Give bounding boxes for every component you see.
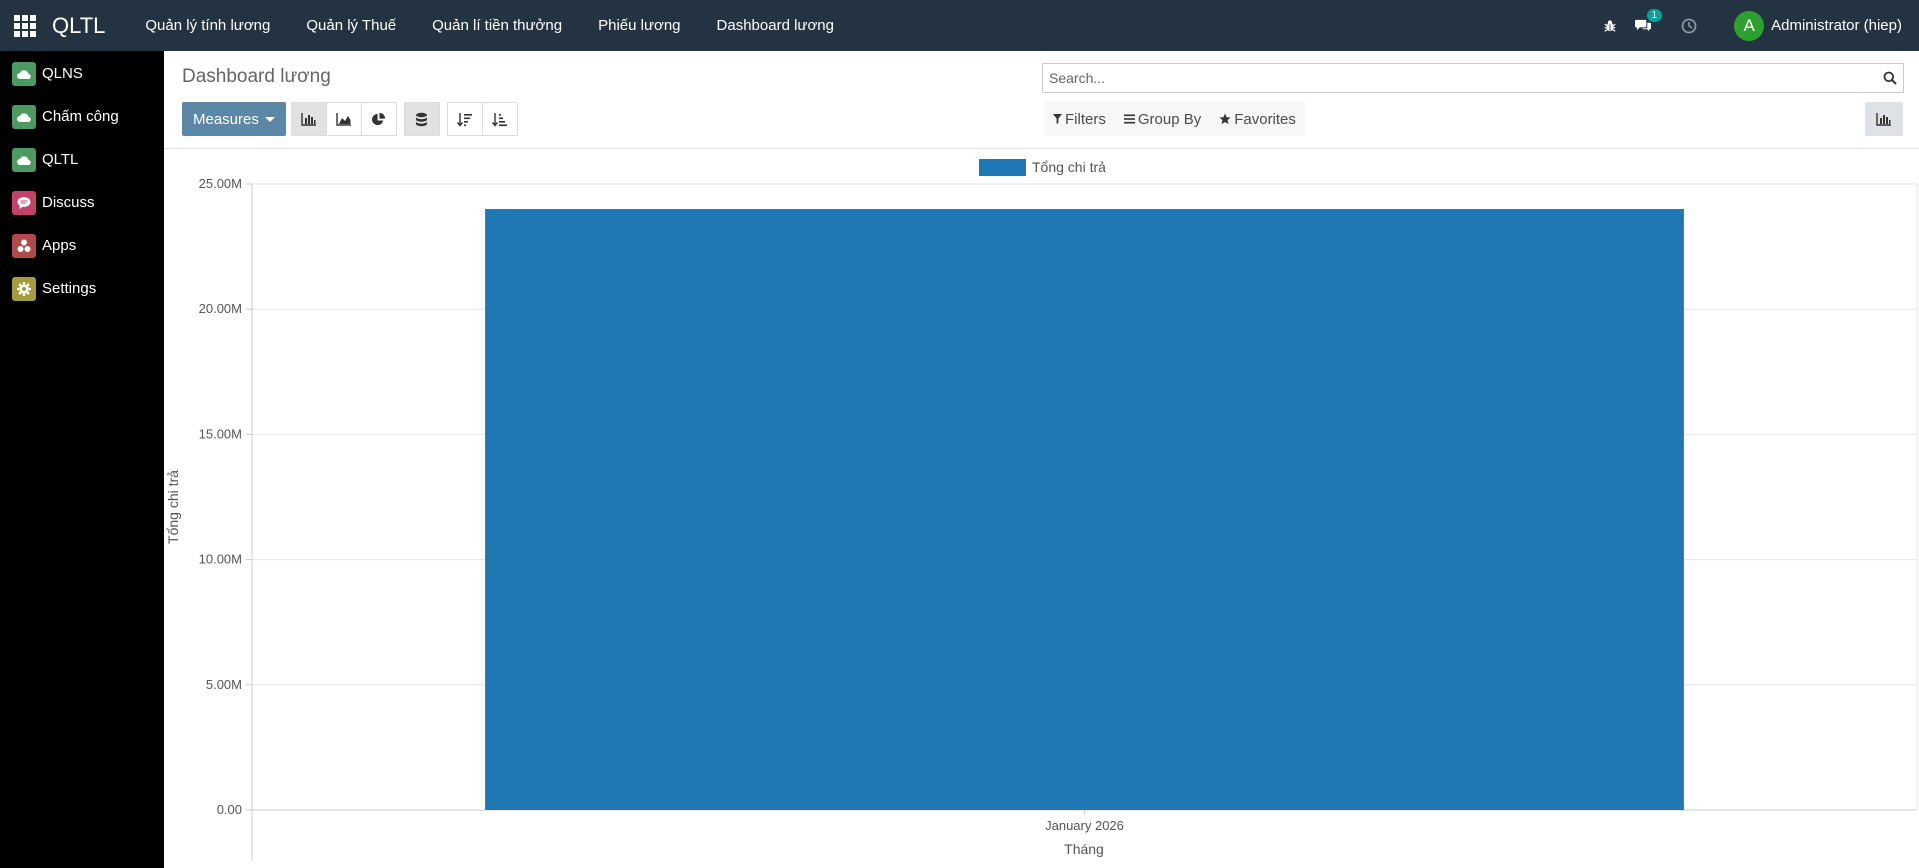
y-ticks: 0.00 5.00M 10.00M 15.00M 20.00M 25.00M bbox=[199, 176, 252, 817]
chat-bubble-icon bbox=[12, 190, 36, 215]
y-tick-label: 25.00M bbox=[199, 176, 242, 191]
control-panel: Dashboard lương Measures bbox=[164, 51, 1919, 149]
star-icon bbox=[1219, 113, 1231, 125]
measures-dropdown-button[interactable]: Measures bbox=[182, 102, 286, 136]
pie-chart-icon bbox=[372, 112, 386, 125]
search-icon[interactable] bbox=[1877, 71, 1903, 85]
sidebar-item-qltl[interactable]: QLTL bbox=[0, 138, 164, 181]
favorites-button[interactable]: Favorites bbox=[1210, 102, 1305, 136]
app-switcher-icon[interactable] bbox=[12, 13, 38, 39]
search-options: Filters Group By Favorites bbox=[1044, 102, 1305, 136]
top-menu: Quản lý tính lương Quản lý Thuế Quản lí … bbox=[127, 0, 852, 51]
stacked-toggle-button[interactable] bbox=[403, 102, 440, 136]
bar-chart-icon bbox=[301, 113, 316, 126]
y-axis-title: Tổng chi trả bbox=[165, 470, 181, 544]
sort-amount-up-icon bbox=[491, 112, 507, 127]
filters-label: Filters bbox=[1065, 110, 1106, 128]
top-navbar: QLTL Quản lý tính lương Quản lý Thuế Quả… bbox=[0, 0, 1919, 51]
sidebar-item-label: Discuss bbox=[42, 194, 95, 211]
systray: 1 bbox=[1594, 9, 1706, 34]
menu-quan-ly-tinh-luong[interactable]: Quản lý tính lương bbox=[127, 0, 288, 51]
sidebar-item-qlns[interactable]: QLNS bbox=[0, 52, 164, 95]
bar-chart-button[interactable] bbox=[290, 102, 327, 136]
cloud-icon bbox=[12, 104, 36, 129]
messages-icon[interactable]: 1 bbox=[1635, 9, 1663, 33]
cloud-icon bbox=[12, 61, 36, 86]
y-tick-label: 0.00 bbox=[217, 802, 242, 817]
sidebar-item-label: QLNS bbox=[42, 65, 83, 82]
y-tick-label: 15.00M bbox=[199, 426, 242, 441]
sidebar-item-label: Apps bbox=[42, 237, 77, 254]
menu-quan-ly-thue[interactable]: Quản lý Thuế bbox=[288, 0, 414, 51]
x-tick-label: January 2026 bbox=[1045, 818, 1124, 833]
y-tick-label: 20.00M bbox=[199, 301, 242, 316]
sidebar-item-settings[interactable]: Settings bbox=[0, 267, 164, 310]
bar-chart-icon bbox=[1876, 113, 1891, 126]
page-title: Dashboard lương bbox=[182, 66, 331, 87]
chart-bar[interactable] bbox=[485, 209, 1684, 810]
sidebar-item-label: QLTL bbox=[42, 151, 79, 168]
messages-count-badge: 1 bbox=[1646, 9, 1663, 22]
chart-legend[interactable]: Tổng chi trả bbox=[979, 159, 1106, 176]
search-input[interactable] bbox=[1043, 64, 1877, 92]
chart-bars bbox=[485, 209, 1684, 810]
pie-chart-button[interactable] bbox=[360, 102, 397, 136]
topbar-right: 1 A Administrator (hiep) bbox=[1594, 0, 1919, 51]
group-by-label: Group By bbox=[1137, 110, 1202, 128]
filters-button[interactable]: Filters bbox=[1044, 102, 1115, 136]
y-tick-label: 5.00M bbox=[206, 677, 242, 692]
main-content: Dashboard lương Measures bbox=[164, 51, 1919, 868]
user-name: Administrator (hiep) bbox=[1771, 17, 1902, 34]
sort-amount-down-icon bbox=[456, 112, 472, 127]
activity-clock-icon[interactable] bbox=[1681, 18, 1697, 34]
sidebar-item-label: Settings bbox=[42, 280, 97, 297]
search-box bbox=[1042, 63, 1904, 93]
legend-swatch bbox=[979, 159, 1026, 176]
avatar: A bbox=[1734, 10, 1765, 41]
sort-group bbox=[446, 102, 518, 136]
chart-type-group bbox=[290, 102, 397, 136]
sidebar-item-apps[interactable]: Apps bbox=[0, 224, 164, 267]
bars-icon bbox=[1123, 114, 1135, 124]
menu-phieu-luong[interactable]: Phiếu lương bbox=[580, 0, 698, 51]
x-axis-title: Tháng bbox=[1064, 841, 1104, 857]
sort-descending-button[interactable] bbox=[446, 102, 483, 136]
sidebar-item-cham-cong[interactable]: Chấm công bbox=[0, 95, 164, 138]
favorites-label: Favorites bbox=[1234, 110, 1296, 128]
user-menu[interactable]: A Administrator (hiep) bbox=[1734, 10, 1902, 41]
sort-ascending-button[interactable] bbox=[481, 102, 518, 136]
filter-icon bbox=[1053, 114, 1062, 124]
x-ticks: January 2026 bbox=[1045, 810, 1124, 833]
menu-dashboard-luong[interactable]: Dashboard lương bbox=[699, 0, 852, 51]
bug-icon[interactable] bbox=[1603, 19, 1617, 33]
menu-quan-li-tien-thuong[interactable]: Quản lí tiền thưởng bbox=[414, 0, 580, 51]
app-brand[interactable]: QLTL bbox=[52, 13, 105, 39]
database-icon bbox=[416, 112, 428, 126]
graph-buttons: Measures bbox=[182, 102, 518, 136]
graph-view-switch-button[interactable] bbox=[1865, 102, 1903, 136]
line-chart-button[interactable] bbox=[325, 102, 362, 136]
bar-chart: 0.00 5.00M 10.00M 15.00M 20.00M 25.00M Januar… bbox=[165, 159, 1918, 861]
y-tick-label: 10.00M bbox=[199, 552, 242, 567]
sidebar: QLNS Chấm công QLTL Discuss Apps Setting… bbox=[0, 51, 164, 868]
gear-icon bbox=[12, 276, 36, 301]
area-chart-icon bbox=[336, 113, 351, 126]
caret-down-icon bbox=[264, 116, 275, 122]
measures-label: Measures bbox=[193, 110, 259, 128]
cloud-icon bbox=[12, 147, 36, 172]
sidebar-item-discuss[interactable]: Discuss bbox=[0, 181, 164, 224]
sidebar-item-label: Chấm công bbox=[42, 108, 119, 125]
stack-group bbox=[403, 102, 440, 136]
group-by-button[interactable]: Group By bbox=[1115, 102, 1210, 136]
apps-cubes-icon bbox=[12, 233, 36, 258]
legend-label: Tổng chi trả bbox=[1032, 159, 1106, 175]
